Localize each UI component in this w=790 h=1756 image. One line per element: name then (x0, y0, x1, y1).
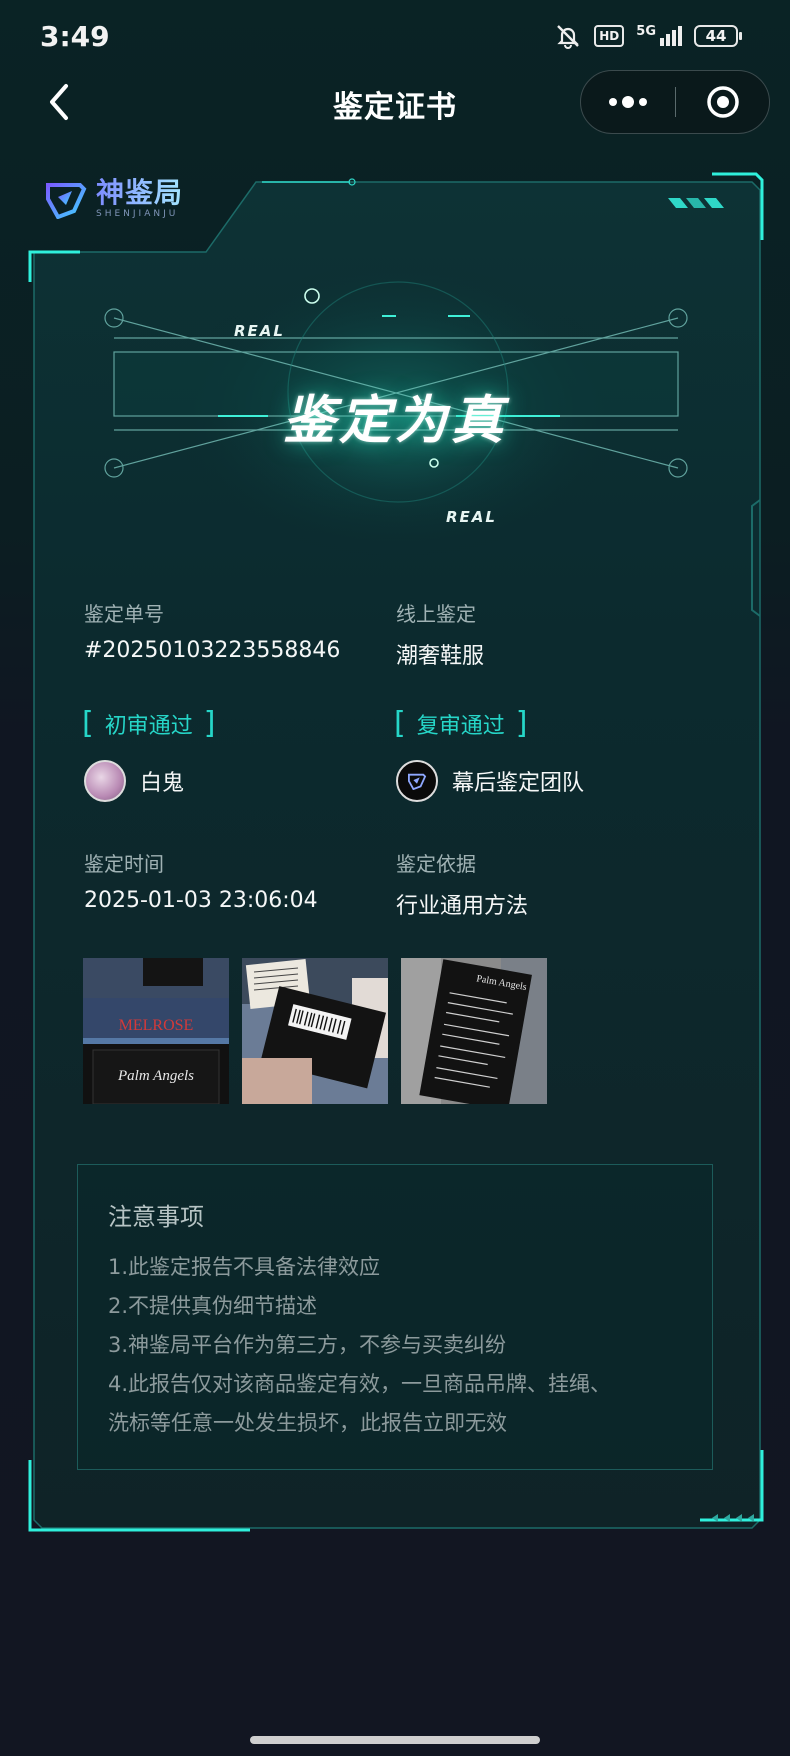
photo-1-sub: Palm Angels (117, 1068, 194, 1084)
first-reviewer-name: 白鬼 (140, 771, 185, 796)
real-tag-top: REAL (234, 322, 285, 340)
appraisal-type-value: 潮奢鞋服 (396, 644, 485, 669)
appraisal-basis-value: 行业通用方法 (396, 894, 529, 919)
second-review-tag-text: 复审通过 (416, 714, 505, 739)
hd-badge: HD (594, 25, 625, 47)
appraisal-time-label: 鉴定时间 (84, 852, 164, 876)
photo-thumbnail-1[interactable]: MELROSE Palm Angels (83, 958, 229, 1104)
network-type: 5G (636, 24, 656, 39)
shield-eye-icon (46, 183, 87, 219)
brand-logo: 神鉴局 SHENJIANJU (44, 178, 183, 220)
note-line-4: 4.此报告仅对该商品鉴定有效，一旦商品吊牌、挂绳、 (108, 1372, 612, 1396)
care-tag-photo: Palm Angels (401, 958, 547, 1104)
order-number-label: 鉴定单号 (84, 602, 164, 626)
status-icons: HD 5G 44 (554, 22, 742, 50)
bracket-right: ] (515, 706, 528, 741)
note-line-2: 2.不提供真伪细节描述 (108, 1294, 318, 1318)
appraisal-basis-label: 鉴定依据 (396, 852, 476, 876)
order-number-value: #20250103223558846 (84, 638, 341, 663)
avatar (396, 760, 438, 802)
logo-name-en: SHENJIANJU (96, 209, 179, 219)
bracket-left: [ (82, 706, 94, 741)
second-reviewer[interactable]: 幕后鉴定团队 (396, 760, 584, 802)
tag-photo (242, 958, 388, 1104)
real-tag-bottom: REAL (446, 508, 497, 526)
bracket-left: [ (394, 706, 406, 741)
target-close-icon (707, 85, 739, 118)
shield-eye-icon (408, 773, 427, 790)
photo-thumbnail-2[interactable] (242, 958, 388, 1104)
first-review-tag-text: 初审通过 (104, 714, 193, 739)
first-reviewer[interactable]: 白鬼 (84, 760, 184, 802)
note-line-3: 3.神鉴局平台作为第三方，不参与买卖纠纷 (108, 1333, 507, 1357)
mute-bell-icon (557, 25, 580, 49)
photo-1-text: MELROSE (119, 1017, 194, 1034)
signal-icon: 5G (636, 24, 682, 46)
verdict-title: 鉴定为真 (282, 391, 507, 451)
second-reviewer-name: 幕后鉴定团队 (452, 771, 585, 796)
bracket-right: ] (203, 706, 216, 741)
note-line-5: 洗标等任意一处发生损坏，此报告立即无效 (108, 1411, 507, 1435)
note-line-1: 1.此鉴定报告不具备法律效应 (108, 1255, 381, 1279)
more-dots-icon (609, 95, 647, 108)
more-button[interactable] (581, 71, 675, 132)
logo-name-cn: 神鉴局 (96, 176, 184, 209)
home-indicator[interactable] (250, 1736, 540, 1744)
appraisal-time-value: 2025-01-03 23:06:04 (84, 888, 318, 913)
first-review-tag: [ 初审通过 ] (82, 708, 215, 740)
battery-indicator: 44 (694, 25, 738, 47)
status-time: 3:49 (40, 20, 110, 53)
appraisal-type-label: 线上鉴定 (396, 602, 476, 626)
second-review-tag: [ 复审通过 ] (394, 708, 527, 740)
avatar (84, 760, 126, 802)
photo-thumbnail-3[interactable]: Palm Angels (401, 958, 547, 1104)
notes-title: 注意事项 (108, 1203, 204, 1231)
close-button[interactable] (676, 71, 770, 132)
label-photo: MELROSE Palm Angels (83, 958, 229, 1104)
battery-tip (739, 32, 742, 40)
mini-program-capsule (580, 70, 770, 134)
